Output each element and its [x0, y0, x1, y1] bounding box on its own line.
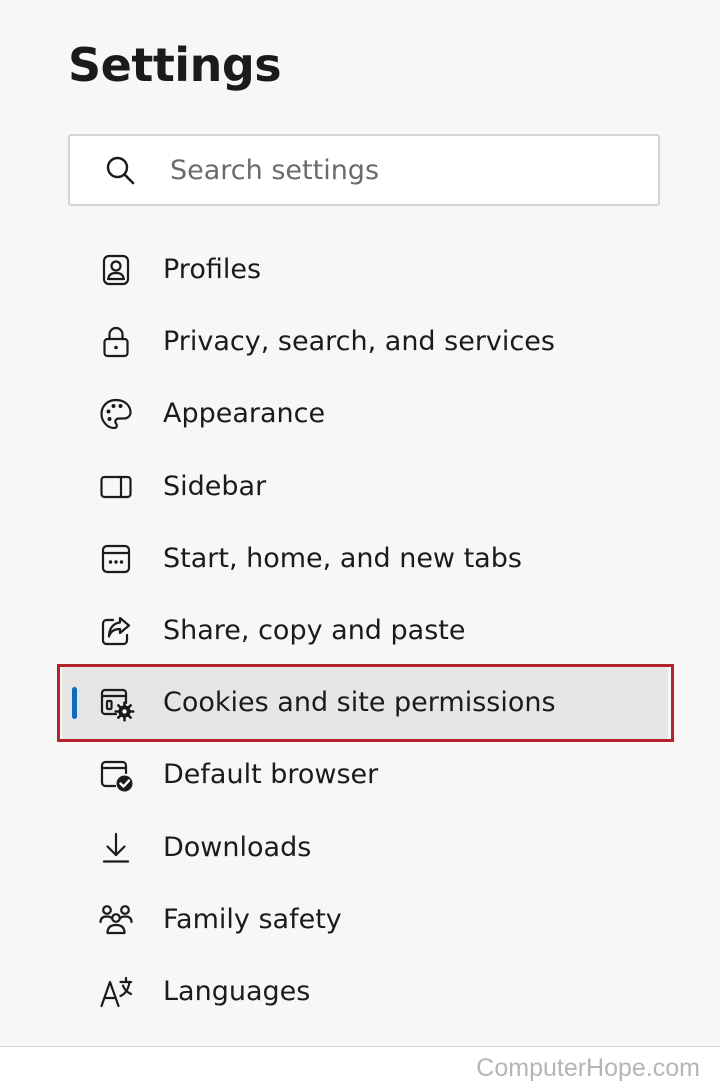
footer-divider [0, 1046, 720, 1047]
settings-nav: Profiles Privacy, search, and services A… [57, 234, 674, 1028]
palette-icon [98, 396, 134, 432]
watermark: ComputerHope.com [476, 1054, 700, 1082]
sidebar-item-sidebar[interactable]: Sidebar [62, 451, 668, 523]
sidebar-item-label: Languages [163, 975, 311, 1007]
sidebar-item-label: Appearance [163, 398, 326, 430]
sidebar-item-cookies[interactable]: Cookies and site permissions [57, 664, 674, 743]
sidebar-item-label: Downloads [163, 831, 312, 863]
default-browser-icon [98, 757, 134, 793]
sidebar-item-label: Profiles [163, 253, 262, 285]
sidebar-item-downloads[interactable]: Downloads [62, 812, 668, 884]
search-input[interactable] [170, 136, 646, 204]
family-icon [98, 902, 134, 938]
sidebar-item-label: Family safety [163, 903, 342, 935]
share-icon [98, 613, 134, 649]
sidebar-item-start-home[interactable]: Start, home, and new tabs [62, 523, 668, 595]
search-box[interactable] [68, 134, 660, 206]
sidebar-item-privacy[interactable]: Privacy, search, and services [62, 306, 668, 378]
sidebar-item-languages[interactable]: Languages [62, 956, 668, 1028]
start-home-icon [98, 541, 134, 577]
search-icon [106, 156, 135, 185]
sidebar-item-label: Privacy, search, and services [163, 326, 555, 358]
sidebar-item-label: Share, copy and paste [163, 614, 466, 646]
sidebar-item-label: Cookies and site permissions [163, 687, 556, 719]
sidebar-item-label: Sidebar [163, 470, 267, 502]
sidebar-item-profiles[interactable]: Profiles [62, 234, 668, 306]
sidebar-item-family-safety[interactable]: Family safety [62, 884, 668, 956]
sidebar-item-share[interactable]: Share, copy and paste [62, 595, 668, 667]
lock-icon [98, 324, 134, 360]
sidebar-item-default-browser[interactable]: Default browser [62, 739, 668, 811]
languages-icon [98, 974, 134, 1010]
cookies-permissions-icon [98, 685, 135, 722]
sidebar-icon [98, 469, 134, 505]
sidebar-item-appearance[interactable]: Appearance [62, 378, 668, 450]
download-icon [98, 830, 134, 866]
settings-panel: Settings Profiles [0, 0, 720, 1046]
sidebar-item-label: Default browser [163, 759, 379, 791]
page-title: Settings [68, 38, 282, 92]
profile-icon [98, 252, 134, 288]
sidebar-item-label: Start, home, and new tabs [163, 542, 522, 574]
